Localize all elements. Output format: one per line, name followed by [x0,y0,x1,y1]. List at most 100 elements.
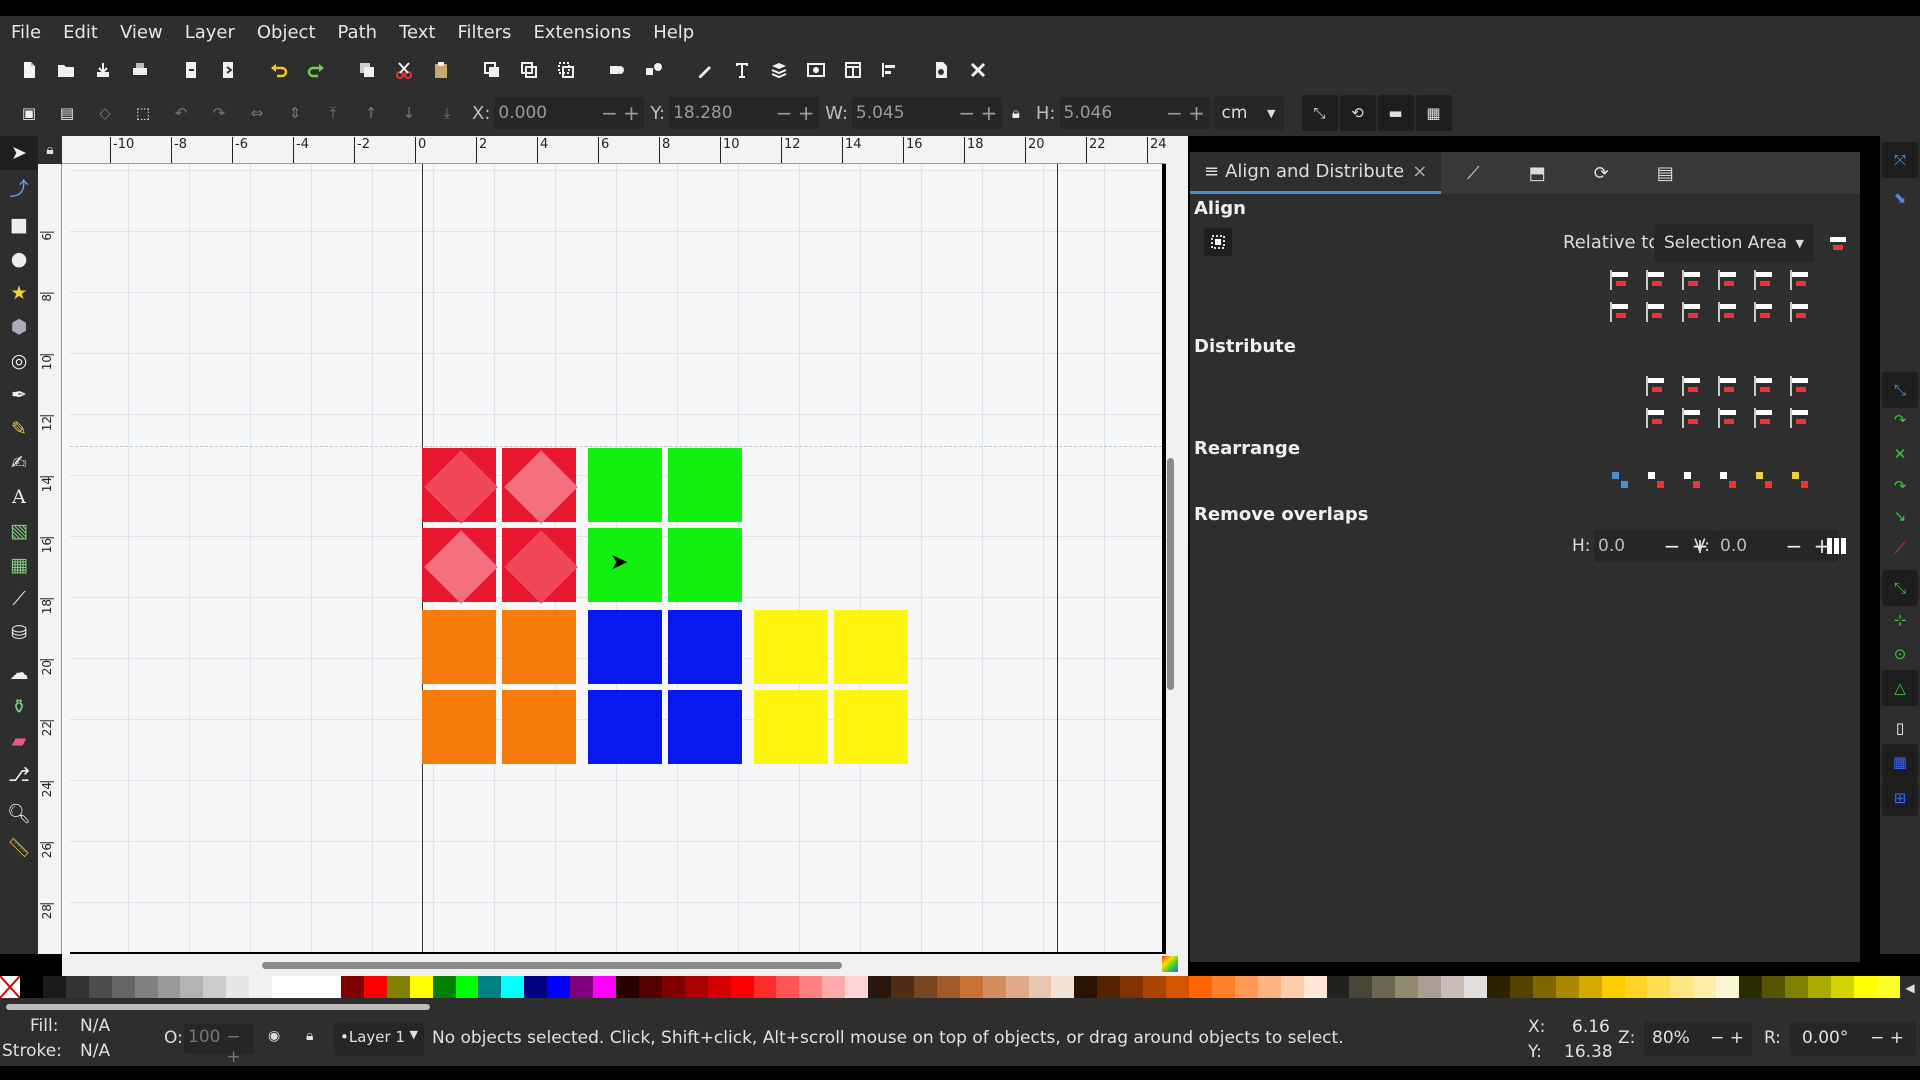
color-swatch[interactable] [730,976,754,998]
color-swatch[interactable] [1166,976,1190,998]
color-swatch[interactable] [1830,976,1854,998]
palette-menu-icon[interactable]: ◀ [1900,976,1920,1000]
move-as-group-icon[interactable] [1824,230,1852,258]
objects-icon[interactable] [834,54,871,86]
toggle-visibility-icon[interactable]: ◉ [268,1028,280,1044]
tile-square[interactable] [422,528,498,604]
y-decrement-icon[interactable]: − [773,101,795,125]
color-swatch[interactable] [1853,976,1877,998]
color-swatch[interactable] [478,976,502,998]
color-swatch[interactable] [684,976,708,998]
menu-help[interactable]: Help [642,16,705,50]
remove-overlaps-button[interactable] [1822,532,1850,560]
connector-tool-icon[interactable]: ⎇ [0,758,38,792]
layer-select[interactable]: •Layer 1 ▼ [334,1022,424,1056]
y-field[interactable]: −+ [669,97,820,129]
color-swatch[interactable] [1143,976,1167,998]
color-swatch[interactable] [1120,976,1144,998]
scale-corners-icon[interactable]: ⟲ [1339,95,1376,131]
color-swatch[interactable] [295,976,318,998]
menu-filters[interactable]: Filters [446,16,522,50]
print-icon[interactable] [121,54,158,86]
measure-tool-icon[interactable]: 📏︎ [0,830,38,864]
color-swatch[interactable] [42,976,66,998]
document-icon[interactable]: ▤ [1633,152,1697,194]
h-increment-icon[interactable]: + [1186,101,1208,125]
distribute-top-edges-icon[interactable] [1642,404,1670,432]
layers-icon[interactable] [760,54,797,86]
lock-layer-icon[interactable]: 🔒︎ [306,1028,313,1044]
tile-square[interactable] [754,610,828,684]
distribute-baselines-h-icon[interactable] [1786,372,1814,400]
color-swatch[interactable] [65,976,89,998]
distribute-centers-v-icon[interactable] [1678,404,1706,432]
h-field[interactable]: −+ [1059,97,1210,129]
tab-align-distribute[interactable]: ≡ Align and Distribute × [1190,152,1442,194]
star-tool-icon[interactable]: ★ [0,276,38,310]
color-swatch[interactable] [547,976,571,998]
color-swatch[interactable] [1028,976,1052,998]
color-swatch[interactable] [157,976,181,998]
touch-select-icon[interactable]: ⬚ [124,97,162,129]
fill-icon[interactable]: ⬒ [1505,152,1569,194]
color-swatch[interactable] [501,976,525,998]
menu-text[interactable]: Text [388,16,446,50]
color-swatch[interactable] [707,976,731,998]
distribute-right-edges-icon[interactable] [1714,372,1742,400]
xml-editor-icon[interactable] [797,54,834,86]
lower-icon[interactable]: ↓ [390,97,428,129]
scale-stroke-icon[interactable]: ⤡ [1301,95,1338,131]
color-swatch[interactable] [638,976,662,998]
color-swatch[interactable] [88,976,112,998]
distribute-centers-h-icon[interactable] [1678,372,1706,400]
color-swatch[interactable] [1578,976,1602,998]
w-field[interactable]: −+ [851,97,1002,129]
color-swatch[interactable] [1372,976,1396,998]
snap-intersections-icon[interactable]: ✕ [1882,436,1918,472]
color-swatch[interactable] [1349,976,1373,998]
unclump-icon[interactable] [1786,466,1814,494]
color-swatch[interactable] [1189,976,1212,998]
select-all-icon[interactable]: ▣ [10,97,48,129]
tile-square[interactable] [502,528,578,604]
align-baselines-icon[interactable] [1786,298,1814,326]
drawing-canvas[interactable]: ➤ [70,164,1162,952]
overlap-h-decrement-icon[interactable]: − [1658,534,1686,558]
clone-icon[interactable] [510,54,547,86]
tile-square[interactable] [588,610,662,684]
close-icon[interactable]: × [1412,161,1427,182]
align-baseline-text-icon[interactable] [1786,266,1814,294]
rectangle-tool-icon[interactable]: ■ [0,208,38,242]
color-swatch[interactable] [845,976,869,998]
color-swatch[interactable] [363,976,387,998]
color-swatch[interactable] [661,976,685,998]
stroke-value[interactable]: N/A [80,1041,110,1061]
align-top-edges-icon[interactable] [1642,298,1670,326]
preferences-icon[interactable] [959,54,996,86]
color-swatch[interactable] [1876,976,1900,998]
align-left-to-right-anchor-icon[interactable] [1750,266,1778,294]
dock-grip-icon[interactable]: ⋮ [1180,546,1194,566]
selector-tool-icon[interactable]: ➤ [0,136,38,170]
align-left-edges-icon[interactable] [1642,266,1670,294]
distribute-baselines-v-icon[interactable] [1786,404,1814,432]
tile-square[interactable] [502,690,576,764]
color-swatch[interactable] [455,976,479,998]
color-swatch[interactable] [1051,976,1075,998]
transform-icon[interactable]: ⟳ [1569,152,1633,194]
guide-lock-icon[interactable]: 🔒︎ [38,136,62,164]
h-input[interactable] [1063,103,1164,123]
color-swatch[interactable] [1624,976,1648,998]
color-swatch[interactable] [1784,976,1808,998]
color-swatch[interactable] [593,976,616,998]
unlink-clone-icon[interactable] [547,54,584,86]
tile-square[interactable] [588,448,662,522]
color-swatch[interactable] [1005,976,1029,998]
gradient-tool-icon[interactable]: ▧ [0,514,38,548]
color-swatch[interactable] [20,976,43,998]
color-swatch[interactable] [891,976,914,998]
text-tool-icon[interactable]: A [0,480,38,514]
color-swatch[interactable] [1303,976,1327,998]
raise-to-top-icon[interactable]: ⤒ [314,97,352,129]
x-increment-icon[interactable]: + [620,101,642,125]
